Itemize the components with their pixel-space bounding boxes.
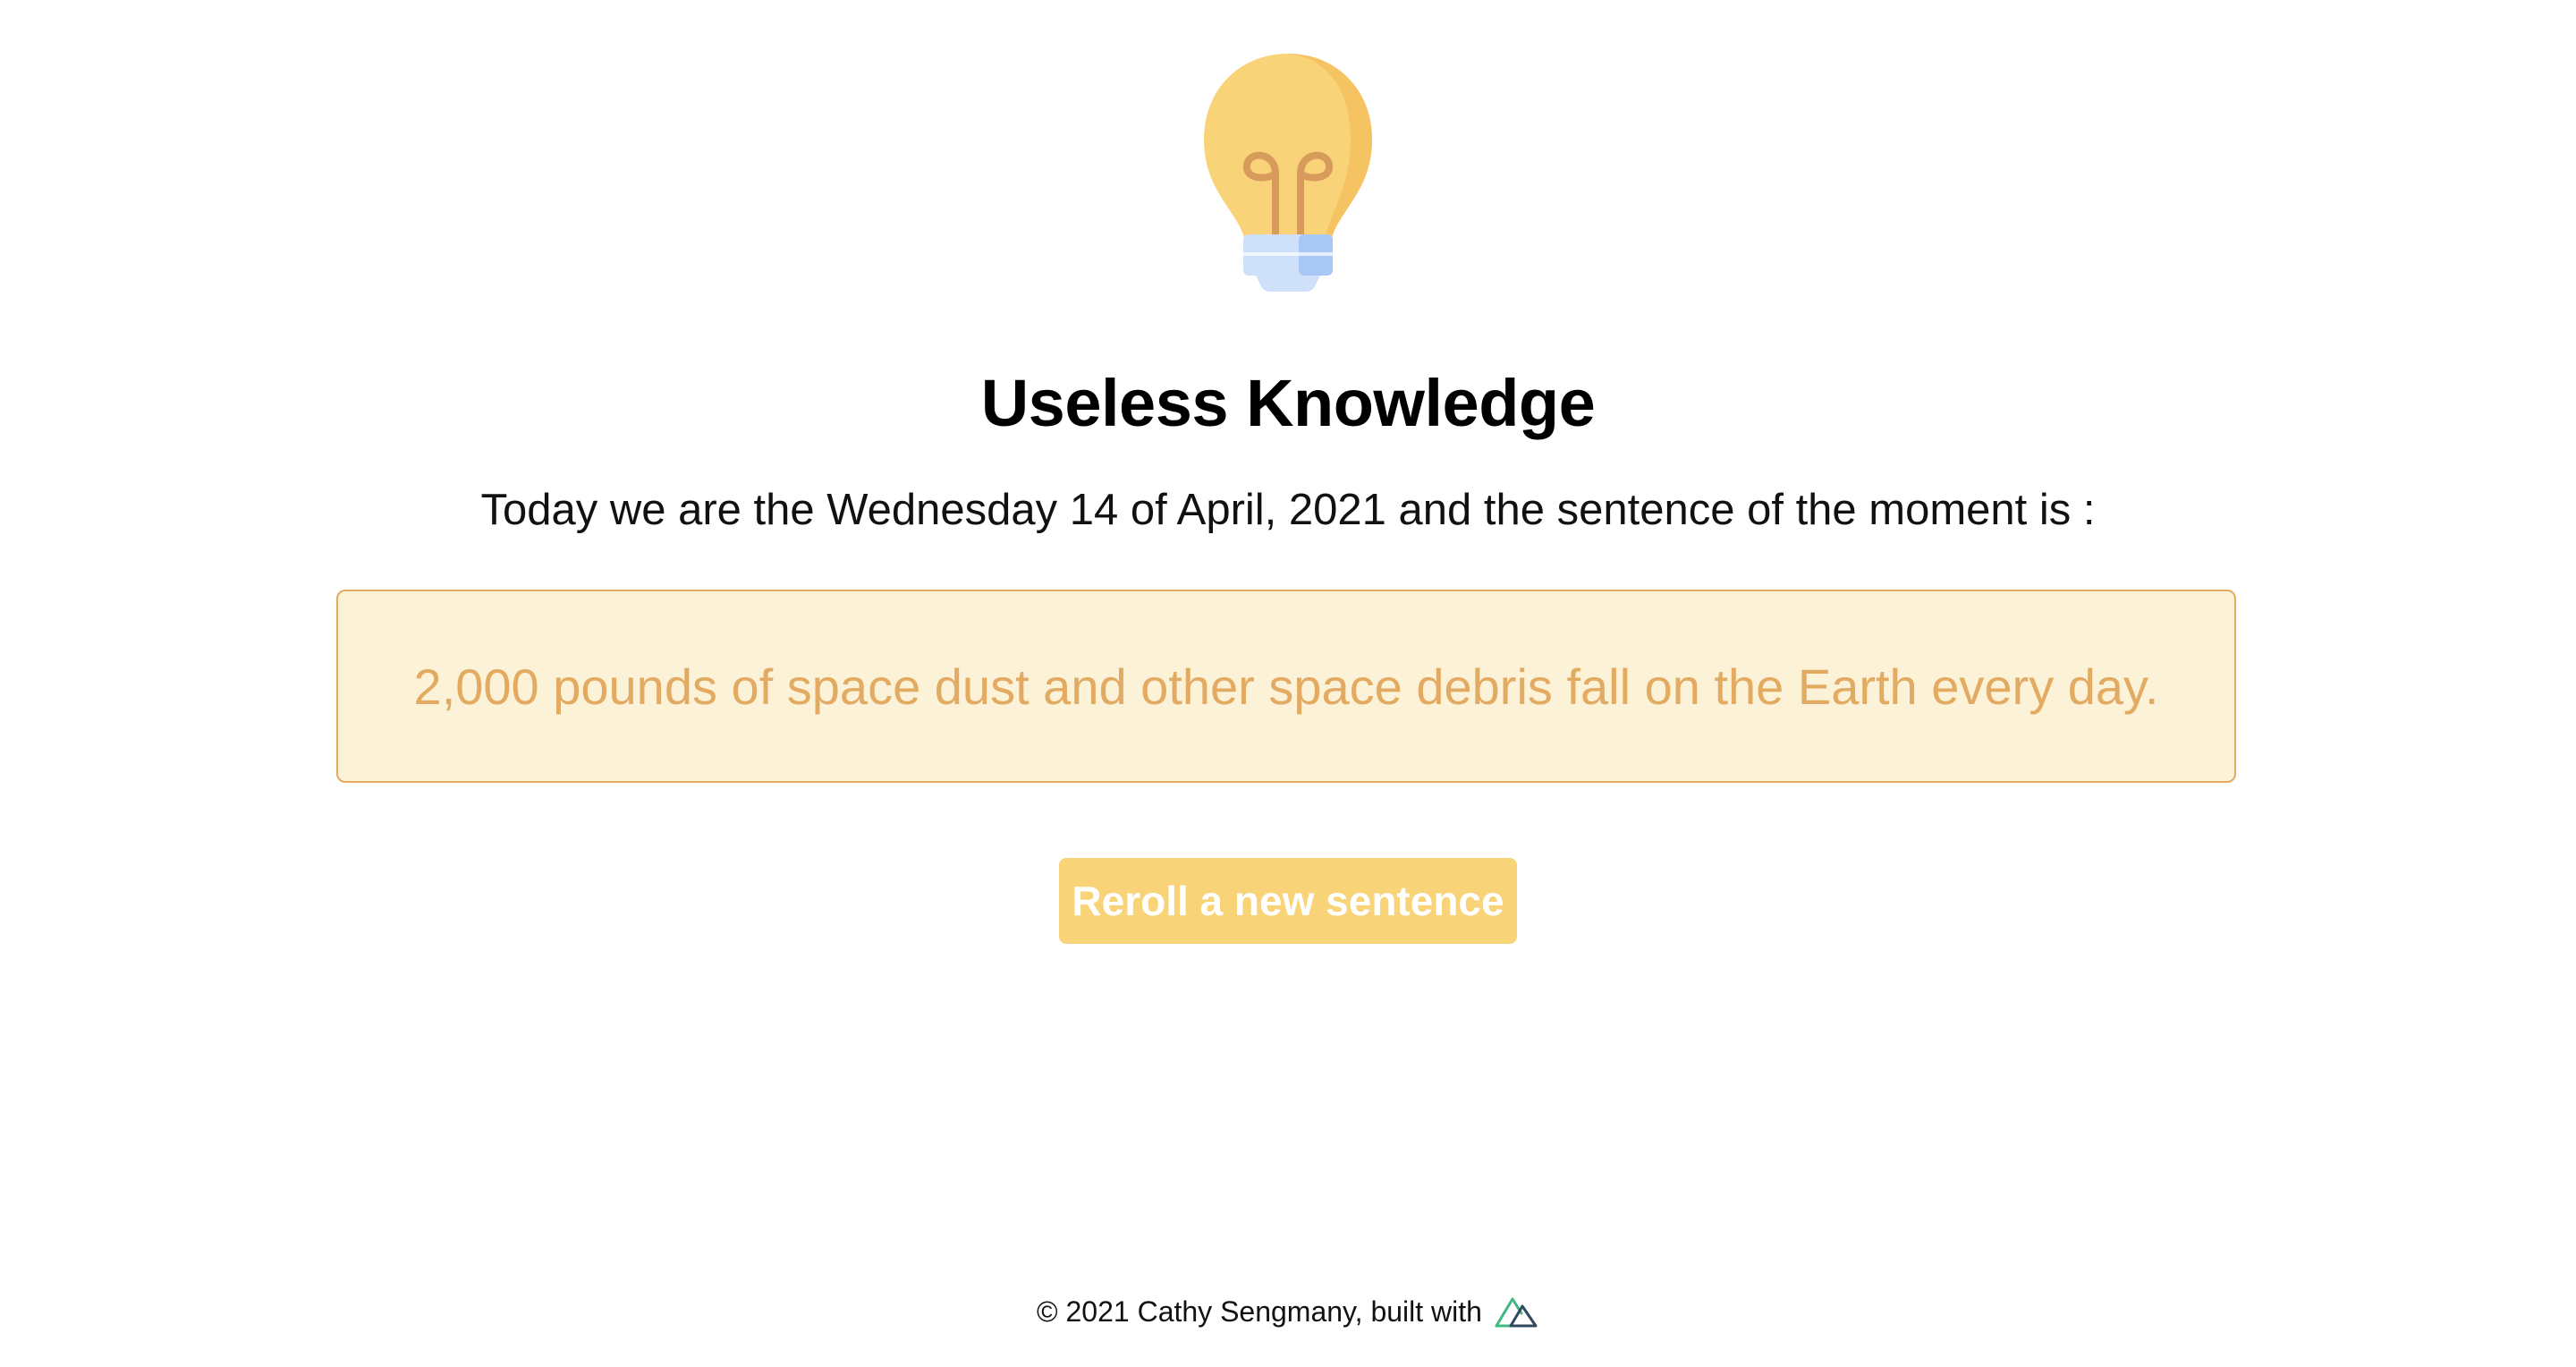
light-bulb-icon bbox=[1204, 54, 1372, 292]
fact-text: 2,000 pounds of space dust and other spa… bbox=[413, 658, 2159, 715]
nuxt-logo-icon[interactable] bbox=[1493, 1294, 1539, 1329]
page-title: Useless Knowledge bbox=[980, 366, 1596, 440]
page: Useless Knowledge Today we are the Wedne… bbox=[0, 0, 2576, 1367]
footer-text: © 2021 Cathy Sengmany, built with bbox=[1037, 1295, 1482, 1328]
reroll-button[interactable]: Reroll a new sentence bbox=[1059, 858, 1517, 944]
intro-text: Today we are the Wednesday 14 of April, … bbox=[480, 486, 2096, 534]
footer: © 2021 Cathy Sengmany, built with bbox=[0, 1294, 2576, 1329]
fact-box: 2,000 pounds of space dust and other spa… bbox=[336, 590, 2236, 783]
